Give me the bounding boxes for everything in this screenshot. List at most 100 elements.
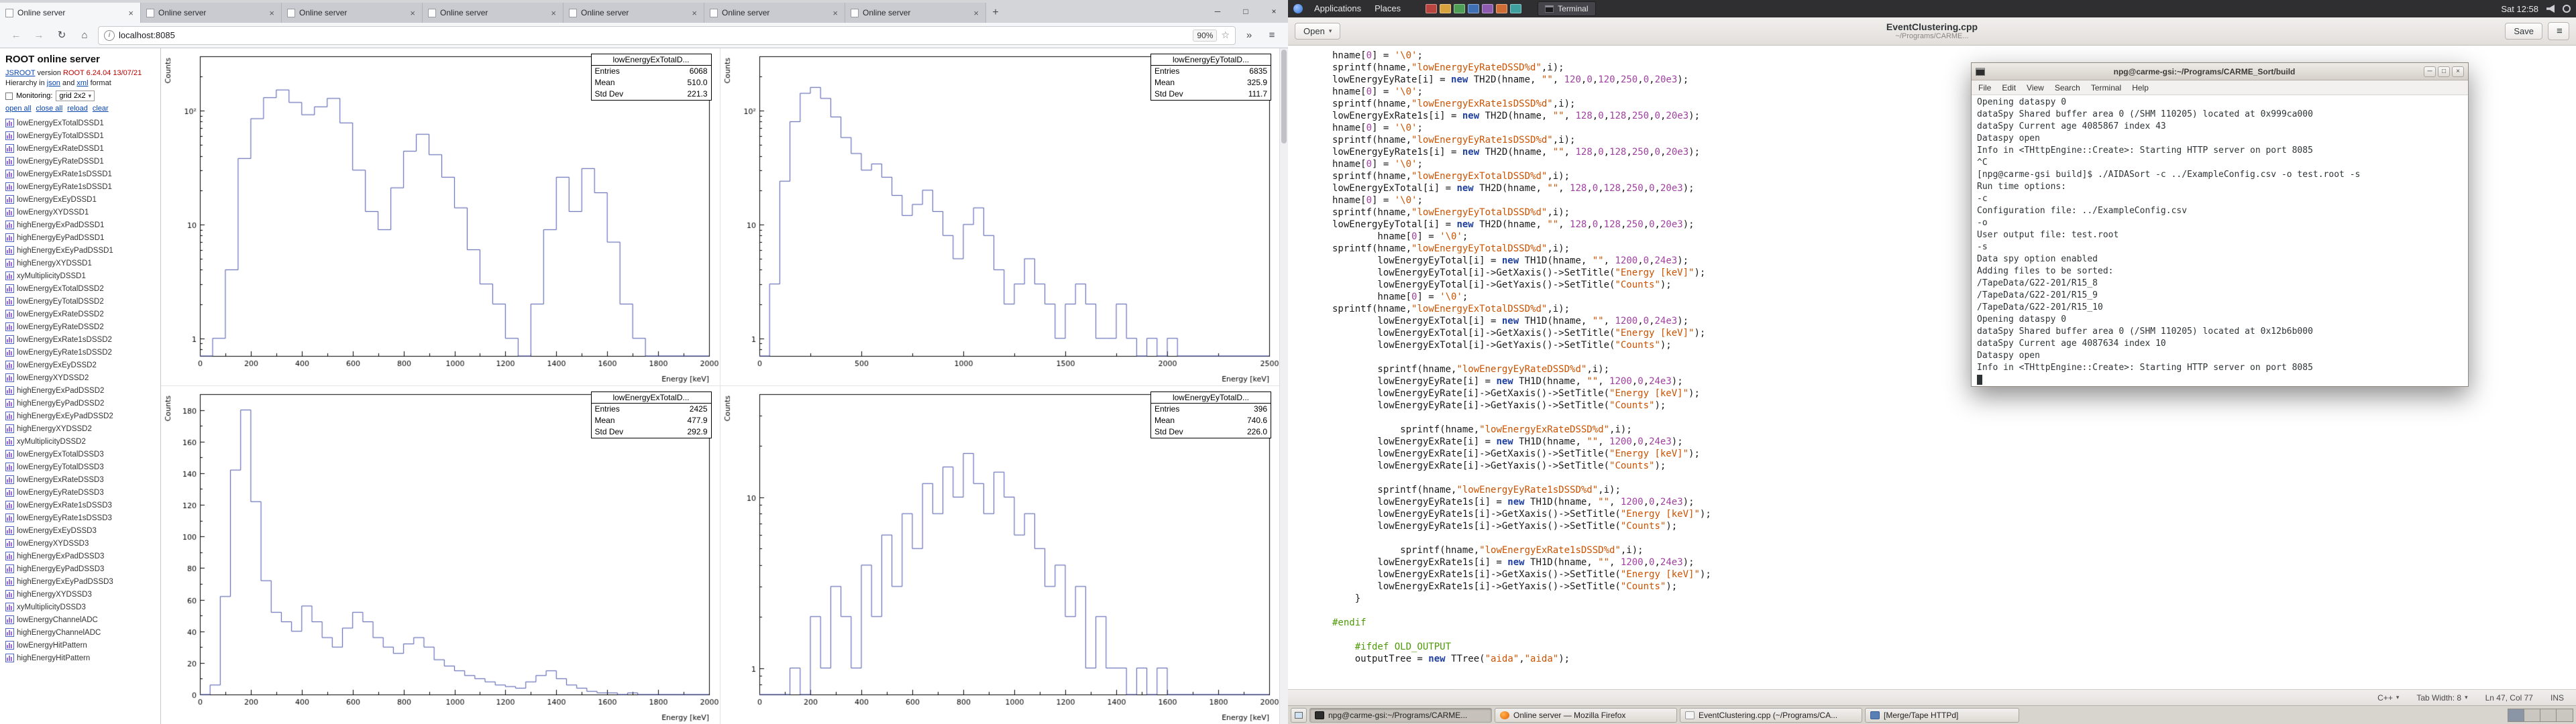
tree-item[interactable]: highEnergyExEyPadDSSD2	[5, 410, 158, 422]
tree-item[interactable]: lowEnergyExEyDSSD1	[5, 193, 158, 206]
window-maximize-button[interactable]: □	[1232, 7, 1260, 16]
tab-close-icon[interactable]: ×	[972, 8, 980, 18]
browser-tab[interactable]: Online server ×	[564, 3, 704, 23]
places-menu[interactable]: Places	[1368, 0, 1407, 17]
jsroot-link[interactable]: JSROOT	[5, 69, 35, 77]
tab-close-icon[interactable]: ×	[690, 8, 698, 18]
code-line[interactable]: lowEnergyEyRate[i]->GetYaxis()->SetTitle…	[1332, 400, 2576, 412]
tree-item[interactable]: highEnergyExPadDSSD1	[5, 219, 158, 231]
tree-item[interactable]: lowEnergyXYDSSD1	[5, 206, 158, 219]
tree-action-close-all[interactable]: close all	[36, 105, 63, 113]
code-line[interactable]: lowEnergyExRate[i]->GetXaxis()->SetTitle…	[1332, 448, 2576, 460]
tree-item[interactable]: lowEnergyExTotalDSSD2	[5, 282, 158, 295]
tree-item[interactable]: lowEnergyEyRate1sDSSD3	[5, 511, 158, 524]
tree-item[interactable]: lowEnergyExEyDSSD2	[5, 359, 158, 371]
tree-item[interactable]: highEnergyEyPadDSSD2	[5, 397, 158, 410]
workspace-1[interactable]	[2508, 709, 2524, 721]
code-line[interactable]	[1332, 412, 2576, 424]
code-line[interactable]: lowEnergyExRate1s[i]->GetXaxis()->SetTit…	[1332, 568, 2576, 581]
tree-item[interactable]: xyMultiplicityDSSD2	[5, 435, 158, 448]
app-launcher-icon[interactable]	[1510, 4, 1522, 13]
tab-close-icon[interactable]: ×	[127, 8, 135, 18]
app-launcher-icon[interactable]	[1454, 4, 1466, 13]
window-close-button[interactable]: ×	[1260, 7, 1288, 16]
back-button[interactable]: ←	[7, 27, 25, 44]
code-line[interactable]: }	[1332, 593, 2576, 605]
tree-item[interactable]: lowEnergyExEyDSSD3	[5, 524, 158, 537]
tree-action-clear[interactable]: clear	[93, 105, 109, 113]
code-line[interactable]: sprintf(hname,"lowEnergyExRate1sDSSD%d",…	[1332, 544, 2576, 556]
applications-menu[interactable]: Applications	[1308, 0, 1367, 17]
tree-item[interactable]: lowEnergyExTotalDSSD3	[5, 448, 158, 461]
stats-box[interactable]: lowEnergyExTotalD... Entries 2425 Mean 477.9…	[590, 391, 712, 438]
code-line[interactable]	[1332, 629, 2576, 641]
terminal-output[interactable]: Opening dataspy 0 dataSpy Shared buffer a…	[1972, 95, 2468, 386]
tree-item[interactable]: highEnergyXYDSSD2	[5, 422, 158, 435]
code-line[interactable]: lowEnergyEyRate1s[i] = new TH1D(hname, "…	[1332, 496, 2576, 508]
taskbar-window-button[interactable]: Online server — Mozilla Firefox	[1495, 707, 1677, 723]
tree-item[interactable]: lowEnergyXYDSSD3	[5, 537, 158, 550]
tree-item[interactable]: highEnergyExEyPadDSSD1	[5, 244, 158, 257]
tab-width-selector[interactable]: Tab Width: 8 ▾	[2416, 693, 2467, 703]
browser-tab[interactable]: Online server ×	[0, 3, 141, 23]
home-button[interactable]: ⌂	[75, 27, 94, 44]
app-launcher-icon[interactable]	[1468, 4, 1480, 13]
volume-icon[interactable]	[2546, 5, 2555, 13]
taskbar-window-button[interactable]: [Merge/Tape HTTPd]	[1865, 707, 2019, 723]
workspace-2[interactable]	[2524, 709, 2540, 721]
tree-item[interactable]: lowEnergyChannelADC	[5, 613, 158, 626]
tree-item[interactable]: lowEnergyExRateDSSD2	[5, 308, 158, 320]
bookmark-star-icon[interactable]: ☆	[1221, 29, 1230, 41]
tab-close-icon[interactable]: ×	[268, 8, 276, 18]
terminal-close-button[interactable]: ×	[2452, 66, 2464, 77]
url-bar[interactable]: i localhost:8085 90% ☆	[98, 25, 1236, 45]
tree-item[interactable]: highEnergyExPadDSSD2	[5, 384, 158, 397]
terminal-menu-search[interactable]: Search	[2055, 83, 2080, 93]
tree-item[interactable]: highEnergyExEyPadDSSD3	[5, 575, 158, 588]
plot-pad-4[interactable]: lowEnergyEyTotalD... Entries 396 Mean 740.6 S…	[720, 386, 1280, 724]
new-tab-button[interactable]: +	[986, 3, 1005, 23]
language-selector[interactable]: C++ ▾	[2377, 693, 2399, 703]
terminal-titlebar[interactable]: npg@carme-gsi:~/Programs/CARME_Sort/buil…	[1972, 63, 2468, 80]
tree-item[interactable]: lowEnergyEyRateDSSD3	[5, 486, 158, 499]
code-line[interactable]: lowEnergyExRate1s[i] = new TH1D(hname, "…	[1332, 556, 2576, 568]
save-button[interactable]: Save	[2505, 23, 2542, 40]
tree-item[interactable]: lowEnergyExRate1sDSSD2	[5, 333, 158, 346]
tab-close-icon[interactable]: ×	[549, 8, 557, 18]
tree-action-open-all[interactable]: open all	[5, 105, 32, 113]
code-line[interactable]: sprintf(hname,"lowEnergyExRateDSSD%d",i)…	[1332, 424, 2576, 436]
tree-item[interactable]: lowEnergyExRate1sDSSD3	[5, 499, 158, 511]
plot-pad-3[interactable]: lowEnergyExTotalD... Entries 2425 Mean 477.9…	[161, 386, 720, 724]
scrollbar-thumb[interactable]	[1281, 50, 1287, 143]
menu-button[interactable]: ≡	[2548, 22, 2569, 40]
tree-item[interactable]: xyMultiplicityDSSD1	[5, 269, 158, 282]
tree-item[interactable]: lowEnergyEyRate1sDSSD2	[5, 346, 158, 359]
taskbar-window-button[interactable]: npg@carme-gsi:~/Programs/CARME...	[1309, 707, 1492, 723]
tab-close-icon[interactable]: ×	[409, 8, 417, 18]
code-line[interactable]	[1332, 532, 2576, 544]
plot-pad-2[interactable]: lowEnergyEyTotalD... Entries 6835 Mean 325.9…	[720, 48, 1280, 386]
url-text[interactable]: localhost:8085	[119, 30, 175, 40]
code-line[interactable]: lowEnergyEyRate1s[i]->GetYaxis()->SetTit…	[1332, 520, 2576, 532]
stats-box[interactable]: lowEnergyEyTotalD... Entries 396 Mean 740.6 S…	[1150, 391, 1271, 438]
site-info-icon[interactable]: i	[104, 29, 115, 41]
terminal-maximize-button[interactable]: □	[2438, 66, 2450, 77]
code-line[interactable]: hname[0] = '\0';	[1332, 50, 2576, 62]
code-line[interactable]: lowEnergyExRate[i]->GetYaxis()->SetTitle…	[1332, 460, 2576, 472]
browser-tab[interactable]: Online server ×	[282, 3, 423, 23]
app-launcher-icon[interactable]	[1496, 4, 1508, 13]
terminal-menu-edit[interactable]: Edit	[2002, 83, 2016, 93]
terminal-minimize-button[interactable]: ─	[2424, 66, 2436, 77]
power-icon[interactable]	[2563, 5, 2571, 13]
tree-item[interactable]: highEnergyEyPadDSSD1	[5, 231, 158, 244]
tree-item[interactable]: lowEnergyEyTotalDSSD1	[5, 129, 158, 142]
taskbar-window-button[interactable]: EventClustering.cpp (~/Programs/CA...	[1680, 707, 1862, 723]
terminal-menu-file[interactable]: File	[1978, 83, 1991, 93]
clock[interactable]: Sat 12:58	[2501, 4, 2538, 14]
forward-button[interactable]: →	[30, 27, 48, 44]
stats-box[interactable]: lowEnergyEyTotalD... Entries 6835 Mean 325.9…	[1150, 54, 1271, 101]
json-link[interactable]: json	[47, 79, 60, 87]
tree-item[interactable]: lowEnergyEyTotalDSSD3	[5, 461, 158, 473]
tree-item[interactable]: lowEnergyEyRateDSSD2	[5, 320, 158, 333]
code-line[interactable]: lowEnergyEyRate[i]->GetXaxis()->SetTitle…	[1332, 387, 2576, 400]
